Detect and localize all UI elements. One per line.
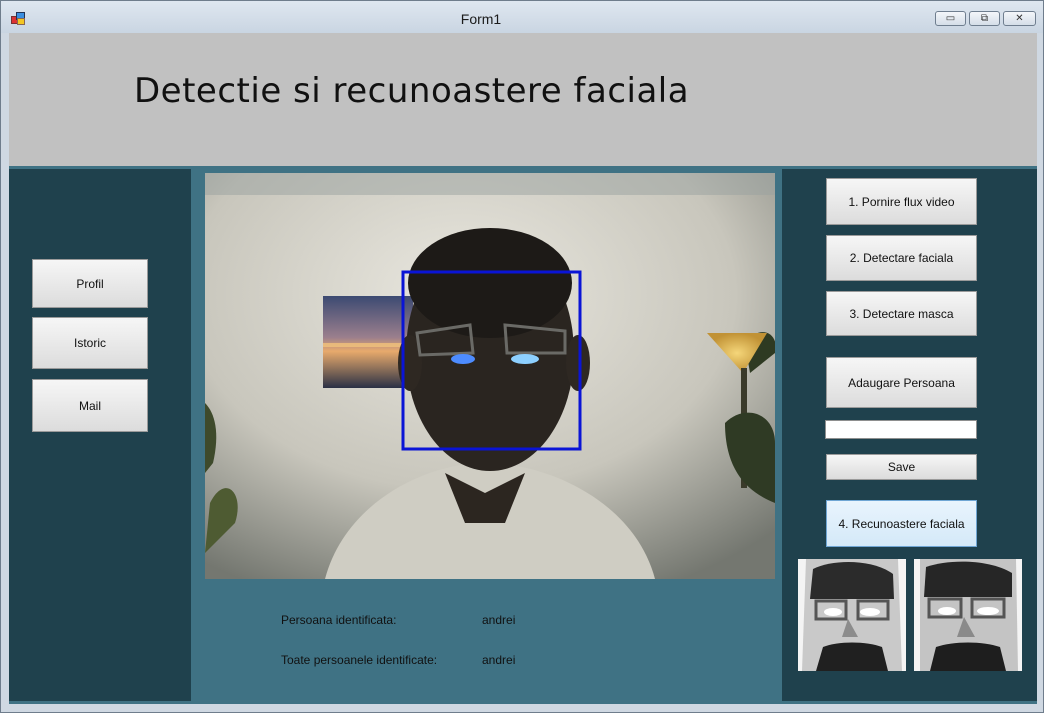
main-content: Profil Istoric Mail Persoana identificat… bbox=[9, 166, 1037, 704]
page-title: Detectie si recunoastere faciala bbox=[134, 71, 690, 111]
window-title: Form1 bbox=[460, 11, 502, 27]
close-button[interactable]: ✕ bbox=[1003, 11, 1036, 26]
history-button[interactable]: Istoric bbox=[32, 317, 148, 369]
start-video-button[interactable]: 1. Pornire flux video bbox=[826, 178, 977, 225]
profile-button[interactable]: Profil bbox=[32, 259, 148, 308]
all-identified-value: andrei bbox=[482, 653, 516, 667]
mail-button[interactable]: Mail bbox=[32, 379, 148, 432]
header-banner: Detectie si recunoastere faciala bbox=[9, 33, 1037, 166]
save-button[interactable]: Save bbox=[826, 454, 977, 480]
minimize-button[interactable]: ▭ bbox=[935, 11, 966, 26]
face-detection-button[interactable]: 2. Detectare faciala bbox=[826, 235, 977, 281]
all-identified-label: Toate persoanele identificate: bbox=[281, 653, 438, 667]
mask-detection-button[interactable]: 3. Detectare masca bbox=[826, 291, 977, 336]
webcam-frame-image bbox=[205, 173, 775, 579]
face-sample-thumbnail bbox=[914, 559, 1022, 671]
maximize-button[interactable]: ⧉ bbox=[969, 11, 1000, 26]
person-name-input[interactable] bbox=[825, 420, 977, 439]
face-sample-thumbnail bbox=[798, 559, 906, 671]
application-window: Form1 ▭ ⧉ ✕ Detectie si recunoastere fac… bbox=[0, 0, 1044, 713]
right-sidebar: 1. Pornire flux video 2. Detectare facia… bbox=[782, 169, 1037, 701]
identified-person-value: andrei bbox=[482, 613, 516, 627]
title-bar[interactable]: Form1 ▭ ⧉ ✕ bbox=[1, 1, 1043, 33]
left-sidebar: Profil Istoric Mail bbox=[9, 169, 191, 701]
identified-person-label: Persoana identificata: bbox=[281, 613, 397, 627]
face-recognition-button[interactable]: 4. Recunoastere faciala bbox=[826, 500, 977, 547]
video-feed bbox=[205, 173, 775, 579]
add-person-button[interactable]: Adaugare Persoana bbox=[826, 357, 977, 408]
